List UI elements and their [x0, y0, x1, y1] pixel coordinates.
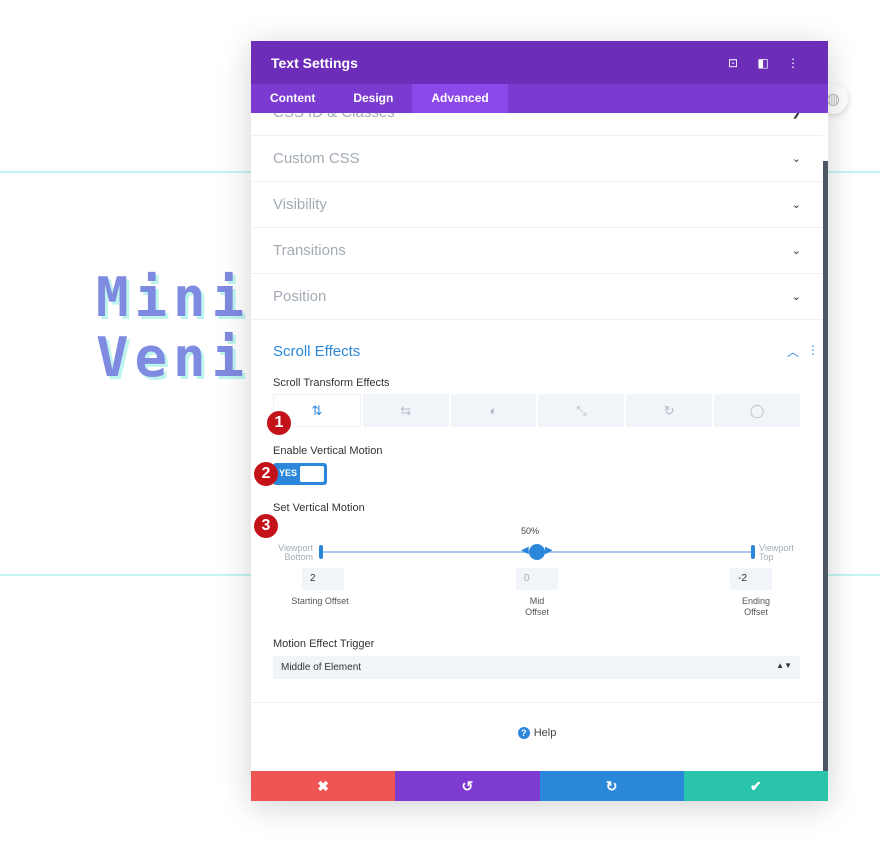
- step-badge: 1: [267, 411, 291, 435]
- scrollbar[interactable]: [823, 161, 828, 771]
- viewport-bottom-label: Viewport Bottom: [278, 543, 313, 562]
- more-icon[interactable]: ⋮: [807, 343, 819, 357]
- chevron-down-icon: ⌄: [791, 153, 801, 165]
- section-visibility[interactable]: Visibility ⌄: [251, 182, 823, 228]
- fade-icon[interactable]: ◐: [450, 394, 537, 427]
- section-label: Position: [273, 288, 327, 305]
- toggle-knob: [300, 466, 324, 482]
- section-css-id[interactable]: CSS ID & Classes❯: [251, 113, 823, 136]
- chevron-down-icon: ⌄: [791, 199, 801, 211]
- modal-footer: ✖ ↺ ↻ ✔: [251, 771, 828, 801]
- start-handle[interactable]: [319, 545, 323, 559]
- tab-content[interactable]: Content: [251, 84, 334, 113]
- field-label: Enable Vertical Motion: [273, 445, 383, 457]
- ending-offset-input[interactable]: -2: [730, 568, 772, 590]
- help-label: Help: [533, 727, 557, 739]
- settings-body: CSS ID & Classes❯ Custom CSS ⌄ Visibility…: [251, 113, 828, 771]
- help-link[interactable]: ? Help: [517, 727, 557, 739]
- help-area: ? Help: [251, 702, 823, 739]
- section-transitions[interactable]: Transitions ⌄: [251, 228, 823, 274]
- redo-button[interactable]: ↻: [539, 771, 684, 801]
- help-icon: ?: [517, 727, 530, 739]
- select-value: Middle of Element: [281, 662, 362, 673]
- field-label: Motion Effect Trigger: [273, 638, 375, 650]
- tab-advanced[interactable]: Advanced: [412, 84, 508, 113]
- rotate-icon[interactable]: ↻: [626, 394, 713, 427]
- starting-offset-label: Starting Offset: [291, 596, 349, 606]
- heading-text: Mini Veni: [96, 268, 250, 388]
- more-icon[interactable]: ⋮: [778, 56, 808, 70]
- scroll-effects-title[interactable]: Scroll Effects: [273, 343, 360, 360]
- section-label: Visibility: [273, 196, 327, 213]
- chevron-down-icon: ⌄: [791, 291, 801, 303]
- motion-trigger-select[interactable]: Middle of Element ▲▼: [273, 656, 800, 679]
- chevron-up-icon[interactable]: ︿: [787, 343, 799, 360]
- arrow-right-icon: ▶: [545, 545, 553, 556]
- ending-offset-label: Ending Offset: [741, 596, 771, 617]
- modal-title: Text Settings: [271, 54, 358, 71]
- tab-design[interactable]: Design: [334, 84, 412, 113]
- chevron-down-icon: ❯: [791, 113, 801, 119]
- section-position[interactable]: Position ⌄: [251, 274, 823, 320]
- section-label: CSS ID & Classes: [273, 113, 792, 121]
- transform-buttons: ⇅ ⇆ ◐ ⤡ ↻ ◯: [273, 394, 800, 427]
- blur-icon[interactable]: ◯: [714, 394, 800, 427]
- section-custom-css[interactable]: Custom CSS ⌄: [251, 136, 823, 182]
- step-badge: 2: [254, 462, 278, 486]
- heading-line: Mini: [96, 266, 251, 329]
- field-label: Scroll Transform Effects: [273, 377, 390, 389]
- expand-icon[interactable]: ⊡: [718, 56, 748, 70]
- toggle-label: YES: [279, 468, 298, 478]
- chevron-down-icon: ⌄: [791, 245, 801, 257]
- mid-offset-label: Mid Offset: [525, 596, 549, 617]
- section-label: Custom CSS: [273, 150, 360, 167]
- starting-offset-input[interactable]: 2: [302, 568, 344, 590]
- cancel-button[interactable]: ✖: [251, 771, 396, 801]
- viewport-top-label: Viewport Top: [759, 543, 794, 562]
- mid-offset-input[interactable]: 0: [516, 568, 558, 590]
- text-settings-modal: Text Settings ⊡ ◧ ⋮ Content Design Advan…: [251, 41, 828, 801]
- undo-button[interactable]: ↺: [395, 771, 540, 801]
- scale-icon[interactable]: ⤡: [538, 394, 625, 427]
- save-button[interactable]: ✔: [683, 771, 828, 801]
- mid-handle[interactable]: [529, 544, 545, 560]
- tab-bar: Content Design Advanced: [251, 84, 828, 113]
- modal-header: Text Settings ⊡ ◧ ⋮: [251, 41, 828, 84]
- section-label: Transitions: [273, 242, 346, 259]
- horizontal-motion-icon[interactable]: ⇆: [362, 394, 449, 427]
- field-label: Set Vertical Motion: [273, 502, 365, 514]
- step-badge: 3: [254, 514, 278, 538]
- select-arrows-icon: ▲▼: [776, 661, 792, 670]
- sidebar-icon[interactable]: ◧: [748, 56, 778, 70]
- arrow-left-icon: ◀: [521, 545, 529, 556]
- mid-percent: 50%: [521, 526, 540, 536]
- heading-line: Veni: [96, 326, 251, 389]
- end-handle[interactable]: [751, 545, 755, 559]
- vertical-motion-toggle[interactable]: YES: [273, 463, 327, 485]
